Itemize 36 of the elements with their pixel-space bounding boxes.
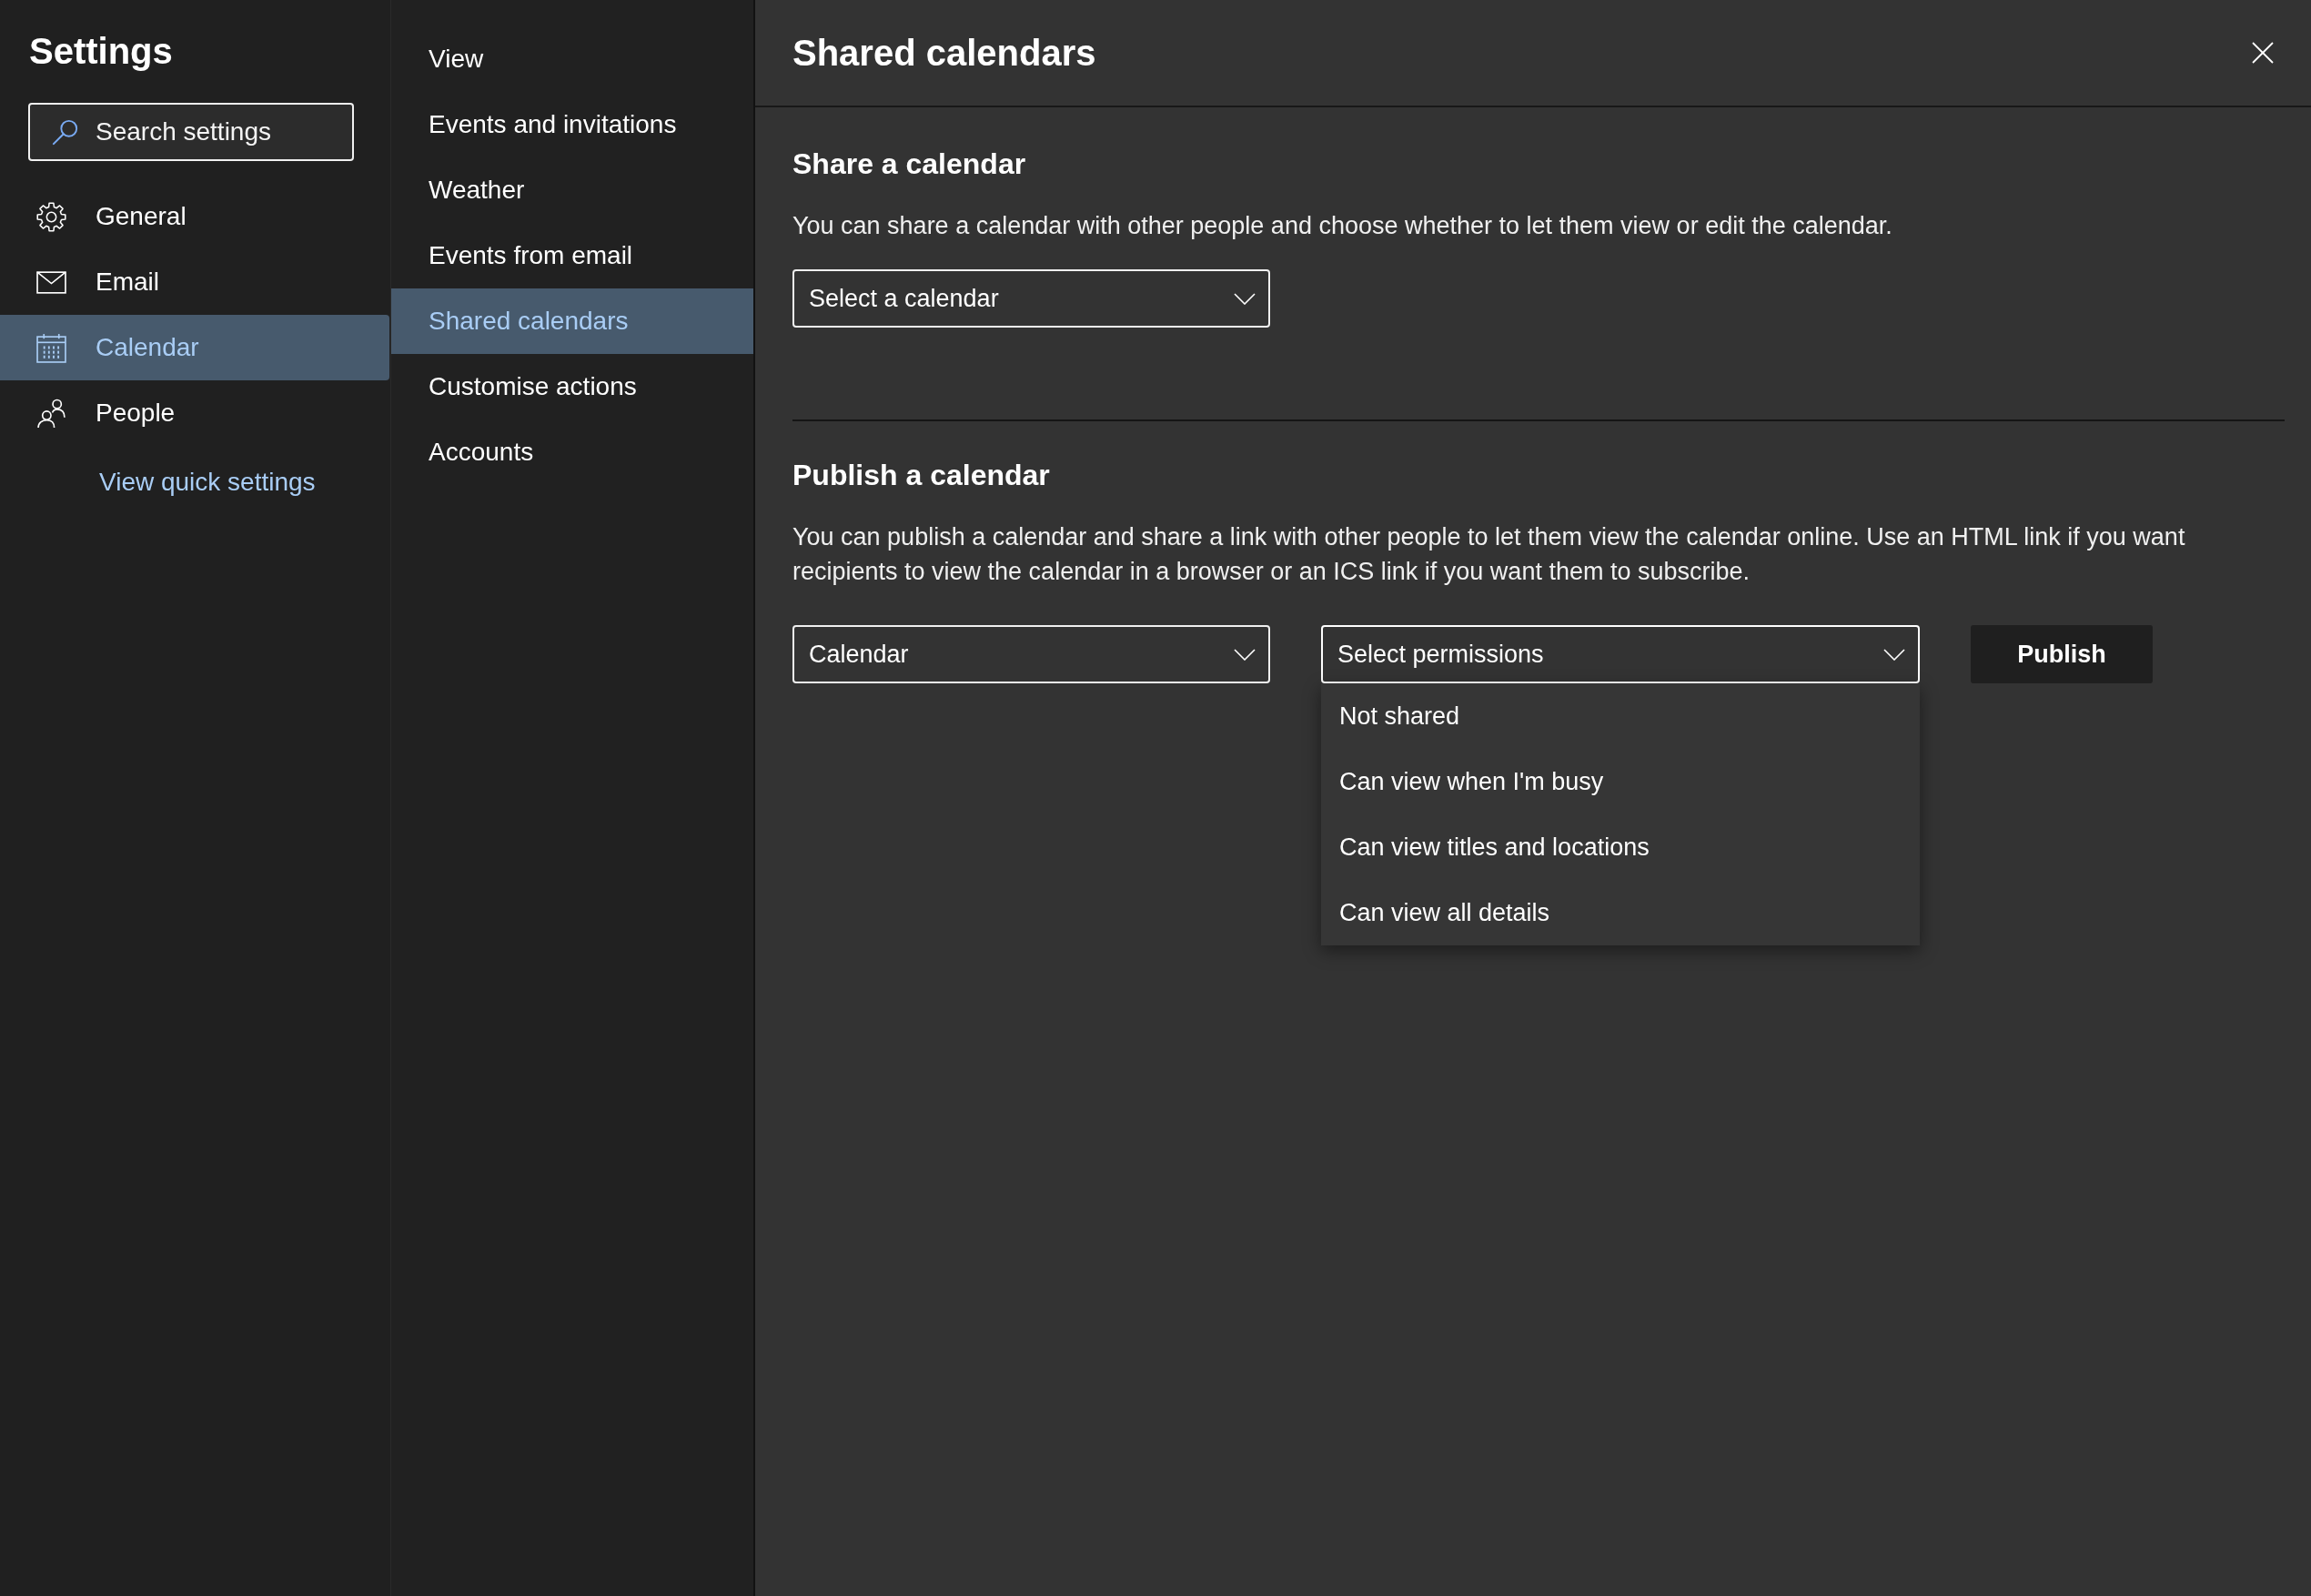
subcategory-item[interactable]: Events and invitations xyxy=(391,92,753,157)
publish-button[interactable]: Publish xyxy=(1971,625,2153,683)
subcategory-item[interactable]: Events from email xyxy=(391,223,753,288)
dropdown-option[interactable]: Can view all details xyxy=(1321,880,1920,945)
search-icon xyxy=(52,118,79,146)
section-heading: Publish a calendar xyxy=(792,458,1051,493)
close-button[interactable] xyxy=(2252,42,2274,64)
chevron-down-icon xyxy=(1883,648,1905,661)
people-icon xyxy=(36,398,66,429)
search-field[interactable]: Search settings xyxy=(28,103,354,161)
section-heading: Share a calendar xyxy=(792,146,1027,182)
dropdown[interactable]: Calendar xyxy=(792,625,1270,683)
category-item[interactable]: Calendar xyxy=(0,315,389,380)
calendar-icon xyxy=(36,332,66,363)
dropdown-option[interactable]: Not shared xyxy=(1321,683,1920,749)
dropdown-option[interactable]: Can view when I'm busy xyxy=(1321,749,1920,814)
gear-icon xyxy=(36,201,66,232)
section-description: You can publish a calendar and share a link with other people to let them view the calendar online. Use an HTML link if you want recipients to view the calendar in a browser or an ICS link if you want them to subscribe. xyxy=(792,522,2186,587)
category-item[interactable]: General xyxy=(0,184,389,249)
chevron-down-icon xyxy=(1234,648,1256,661)
dropdown[interactable]: Select permissions xyxy=(1321,625,1920,683)
chevron-down-icon xyxy=(1234,292,1256,305)
subcategory-item[interactable]: View xyxy=(391,26,753,92)
subcategory-item[interactable]: Customise actions xyxy=(391,354,753,419)
category-item[interactable]: People xyxy=(0,380,389,446)
subcategory-item[interactable]: Weather xyxy=(391,157,753,223)
dropdown-option[interactable]: Can view titles and locations xyxy=(1321,814,1920,880)
quick-settings-link[interactable]: View quick settings xyxy=(99,464,316,500)
settings-title: Settings xyxy=(29,30,173,73)
category-item[interactable]: Email xyxy=(0,249,389,315)
subcategory-item[interactable]: Shared calendars xyxy=(391,288,753,354)
page-title: Shared calendars xyxy=(792,32,1096,75)
dropdown[interactable]: Select a calendar xyxy=(792,269,1270,328)
subcategory-item[interactable]: Accounts xyxy=(391,419,753,485)
close-icon xyxy=(2252,42,2274,64)
section-description: You can share a calendar with other people and choose whether to let them view or edit the calendar. xyxy=(792,211,1893,241)
